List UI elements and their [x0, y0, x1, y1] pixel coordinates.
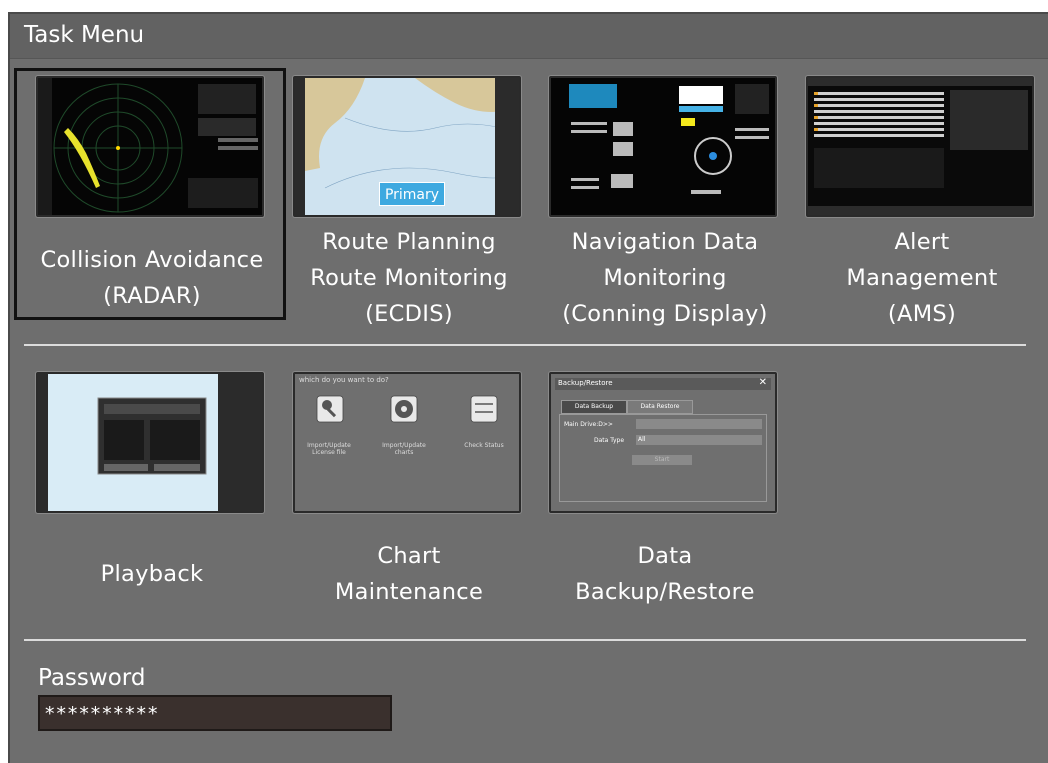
task-conning[interactable]: Navigation Data Monitoring (Conning Disp…	[529, 74, 801, 344]
primary-badge: Primary	[379, 182, 445, 206]
thumb-field	[636, 419, 762, 429]
playback-thumbnail	[36, 372, 264, 513]
radar-thumbnail	[36, 76, 264, 217]
title-bar: Task Menu	[10, 14, 1048, 59]
task-label: Route Planning Route Monitoring (ECDIS)	[310, 229, 508, 327]
close-icon: ✕	[758, 377, 767, 388]
divider	[24, 639, 1026, 641]
task-playback[interactable]: Playback	[16, 370, 288, 640]
task-label: Playback	[100, 561, 204, 587]
thumb-field-label: Data Type	[594, 437, 625, 444]
thumb-item: Import/Update charts	[382, 442, 426, 456]
thumb-title: Backup/Restore	[558, 379, 613, 387]
task-backup[interactable]: Backup/Restore ✕ Data Backup Data Restor…	[529, 370, 801, 640]
task-label: Data Backup/Restore	[575, 543, 755, 605]
backup-thumbnail: Backup/Restore ✕ Data Backup Data Restor…	[549, 372, 777, 513]
conning-thumbnail	[549, 76, 777, 217]
password-field[interactable]: **********	[38, 695, 392, 731]
password-label: Password	[38, 665, 146, 691]
thumb-field: All	[636, 435, 762, 445]
thumb-field-label: Main Drive:D>>	[564, 421, 613, 428]
thumb-start-button: Start	[632, 455, 692, 465]
task-ecdis[interactable]: Primary Route Planning Route Monitoring …	[273, 74, 545, 344]
ams-thumbnail	[806, 76, 1034, 217]
thumb-item: Check Status	[464, 442, 504, 449]
task-label: Navigation Data Monitoring (Conning Disp…	[562, 229, 768, 327]
task-label: Alert Management (AMS)	[846, 229, 998, 327]
divider	[24, 344, 1026, 346]
thumb-tab: Data Restore	[627, 400, 693, 414]
task-label: Collision Avoidance (RADAR)	[40, 247, 264, 309]
task-menu-window: Task Menu Collision Avoidance (RADAR) Pr…	[8, 12, 1048, 763]
window-title: Task Menu	[24, 22, 145, 48]
thumb-tab: Data Backup	[561, 400, 627, 414]
ecdis-thumbnail: Primary	[293, 76, 521, 217]
task-chart-maintenance[interactable]: which do you want to do? Import/Update L…	[273, 370, 545, 640]
thumb-titlebar: Backup/Restore ✕	[555, 377, 771, 390]
task-label: Chart Maintenance	[334, 543, 484, 605]
task-radar[interactable]: Collision Avoidance (RADAR)	[14, 68, 288, 344]
chart-maintenance-thumbnail: which do you want to do? Import/Update L…	[293, 372, 521, 513]
thumb-panel: Main Drive:D>> Data Type All Start	[559, 414, 767, 502]
thumb-item: Import/Update License file	[307, 442, 351, 456]
task-ams[interactable]: Alert Management (AMS)	[786, 74, 1048, 344]
